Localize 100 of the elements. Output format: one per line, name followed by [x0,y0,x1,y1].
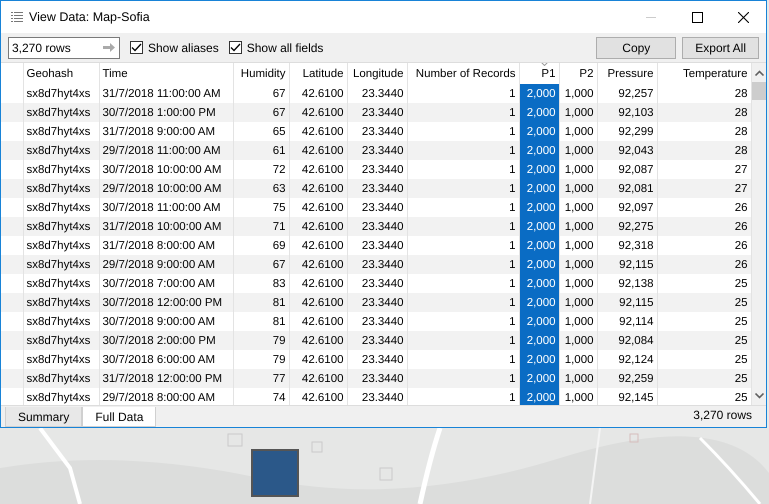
checkbox[interactable] [228,41,242,54]
table-cell: 1 [407,141,519,160]
row-count: 3,270 rows [693,407,753,424]
table-cell: 1 [407,369,519,388]
table-cell: 2,000 [519,84,559,103]
table-cell: 1,000 [559,331,597,350]
table-cell: sx8d7hyt4xs [23,103,99,122]
table-cell: 61 [233,141,289,160]
table-cell: 2,000 [519,179,559,198]
table-cell: 25 [657,293,751,312]
close-icon[interactable] [738,12,748,22]
table-cell: 81 [233,293,289,312]
table-cell: 2,000 [519,236,559,255]
table-cell: sx8d7hyt4xs [23,179,99,198]
arrow-icon [103,43,115,52]
table-cell: 2,000 [519,198,559,217]
table-cell: 92,043 [597,141,657,160]
table-cell: 42.6100 [289,103,347,122]
grid-icon [11,12,23,22]
table-cell: 1,000 [559,255,597,274]
table-cell: 23.3440 [347,255,407,274]
table-cell: 1,000 [559,369,597,388]
tab[interactable]: Summary [5,407,82,427]
column-header[interactable]: Number of Records [407,63,519,84]
table-cell: 31/7/2018 10:00:00 AM [99,217,233,236]
table-cell: 1 [407,103,519,122]
table-cell: 2,000 [519,274,559,293]
checkbox-label: Show all fields [246,40,324,56]
table-cell: 63 [233,179,289,198]
toolbar-button[interactable]: Copy [596,36,676,58]
table-cell: 23.3440 [347,293,407,312]
window-title: View Data: Map-Sofia [29,8,150,26]
table-cell: 42.6100 [289,179,347,198]
column-header[interactable]: Geohash [23,63,99,84]
column-header[interactable]: Longitude [347,63,407,84]
checkbox[interactable] [130,41,143,54]
table-cell: sx8d7hyt4xs [23,331,99,350]
table-cell: sx8d7hyt4xs [23,141,99,160]
table-cell: 29/7/2018 9:00:00 AM [99,255,233,274]
table-cell: 2,000 [519,293,559,312]
table-cell: 28 [657,103,751,122]
table-cell: 92,084 [597,331,657,350]
column-header[interactable]: Latitude [289,63,347,84]
chevron-down-icon[interactable] [754,393,764,399]
table-cell: 23.3440 [347,331,407,350]
scrollbar-thumb[interactable] [752,82,766,100]
table-cell: 30/7/2018 2:00:00 PM [99,331,233,350]
table-cell: 92,115 [597,255,657,274]
table-cell: sx8d7hyt4xs [23,293,99,312]
column-header[interactable]: Time [99,63,233,84]
scrollbar[interactable] [752,63,766,405]
table-cell: 92,275 [597,217,657,236]
table-cell: 29/7/2018 10:00:00 AM [99,179,233,198]
column-header[interactable]: P2 [559,63,597,84]
column-header[interactable]: Pressure [597,63,657,84]
column-header[interactable]: Humidity [233,63,289,84]
table-cell: 1 [407,331,519,350]
table-cell: 26 [657,255,751,274]
table-cell: 2,000 [519,369,559,388]
table-cell: 1,000 [559,217,597,236]
table-cell: 1,000 [559,293,597,312]
rows-field[interactable]: 3,270 rows [8,36,120,58]
tab[interactable]: Full Data [82,407,156,427]
check-icon [230,43,241,52]
table-cell: 71 [233,217,289,236]
table-cell: 23.3440 [347,217,407,236]
table-cell: 1 [407,293,519,312]
table-cell: 92,115 [597,293,657,312]
table-cell: 42.6100 [289,369,347,388]
table-cell: 2,000 [519,160,559,179]
table-cell: 1,000 [559,179,597,198]
table-cell: 92,081 [597,179,657,198]
table-cell: 29/7/2018 11:00:00 AM [99,141,233,160]
maximize-icon[interactable] [692,12,702,22]
table-cell: 2,000 [519,217,559,236]
table-cell: 30/7/2018 1:00:00 PM [99,103,233,122]
check-icon [131,43,142,52]
table-cell: 2,000 [519,141,559,160]
chevron-up-icon[interactable] [754,70,764,76]
table-cell: 30/7/2018 12:00:00 PM [99,293,233,312]
table-cell: 79 [233,331,289,350]
table-cell: 42.6100 [289,331,347,350]
table-cell: 92,103 [597,103,657,122]
column-header[interactable]: Temperature [657,63,751,84]
table-cell: 28 [657,141,751,160]
table-cell: 67 [233,255,289,274]
table-cell: 2,000 [519,331,559,350]
table-cell: 23.3440 [347,103,407,122]
table-cell: 25 [657,331,751,350]
table-cell: 2,000 [519,312,559,331]
table-cell: 42.6100 [289,255,347,274]
table-cell: 2,000 [519,255,559,274]
table-cell: sx8d7hyt4xs [23,255,99,274]
table-cell: 1 [407,255,519,274]
table-cell: 92,259 [597,369,657,388]
table-cell: 42.6100 [289,141,347,160]
toolbar-button[interactable]: Export All [682,36,759,58]
table-cell: 31/7/2018 12:00:00 PM [99,369,233,388]
table-cell: 23.3440 [347,141,407,160]
table-cell: 77 [233,369,289,388]
